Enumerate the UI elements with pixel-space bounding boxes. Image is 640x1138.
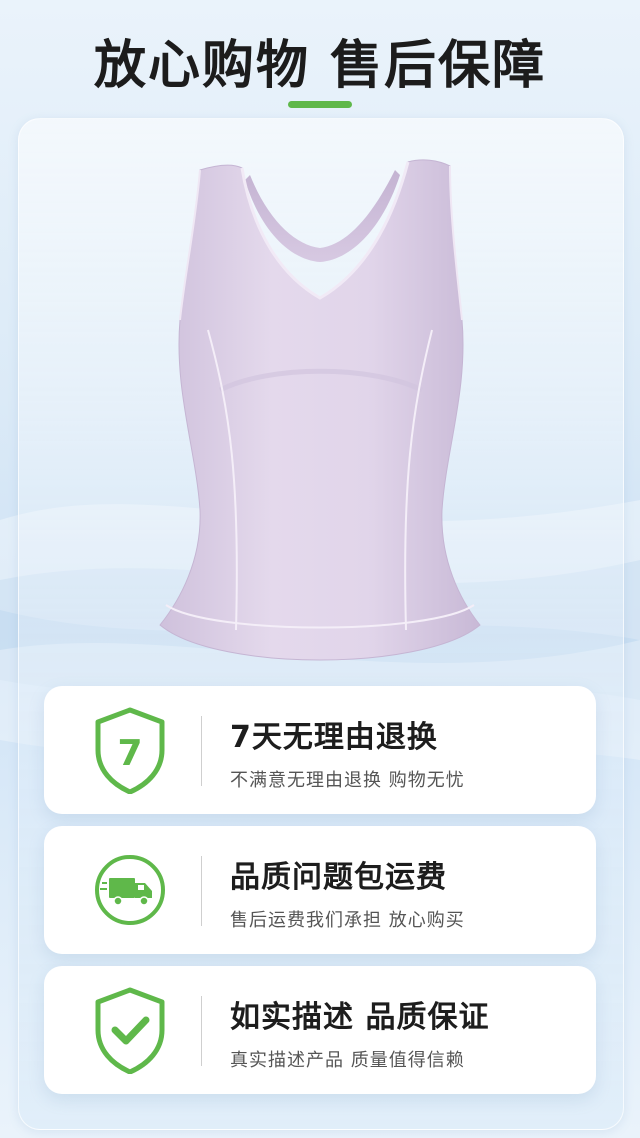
guarantee-subtitle: 真实描述产品 质量值得信赖 bbox=[230, 1050, 465, 1071]
title-underline bbox=[288, 101, 352, 108]
guarantee-subtitle: 不满意无理由退换 购物无忧 bbox=[230, 770, 465, 791]
shield-number: 7 bbox=[117, 733, 142, 774]
card-divider bbox=[201, 716, 202, 786]
guarantee-title: 品质问题包运费 bbox=[230, 860, 447, 895]
guarantee-card-quality: 如实描述 品质保证 真实描述产品 质量值得信赖 bbox=[44, 966, 596, 1094]
guarantee-subtitle: 售后运费我们承担 放心购买 bbox=[230, 910, 465, 931]
product-image bbox=[159, 159, 481, 661]
card-divider bbox=[201, 856, 202, 926]
guarantee-card-shipping: 品质问题包运费 售后运费我们承担 放心购买 bbox=[44, 826, 596, 954]
shield-seven-icon: 7 bbox=[95, 707, 165, 794]
delivery-truck-icon bbox=[95, 855, 165, 925]
card-divider bbox=[201, 996, 202, 1066]
guarantee-card-return: 7 7天无理由退换 不满意无理由退换 购物无忧 bbox=[44, 686, 596, 814]
guarantee-title: 如实描述 品质保证 bbox=[230, 1000, 490, 1035]
page-title: 放心购物 售后保障 bbox=[93, 36, 547, 96]
guarantee-title: 7天无理由退换 bbox=[230, 720, 438, 755]
shield-check-icon bbox=[95, 987, 165, 1074]
